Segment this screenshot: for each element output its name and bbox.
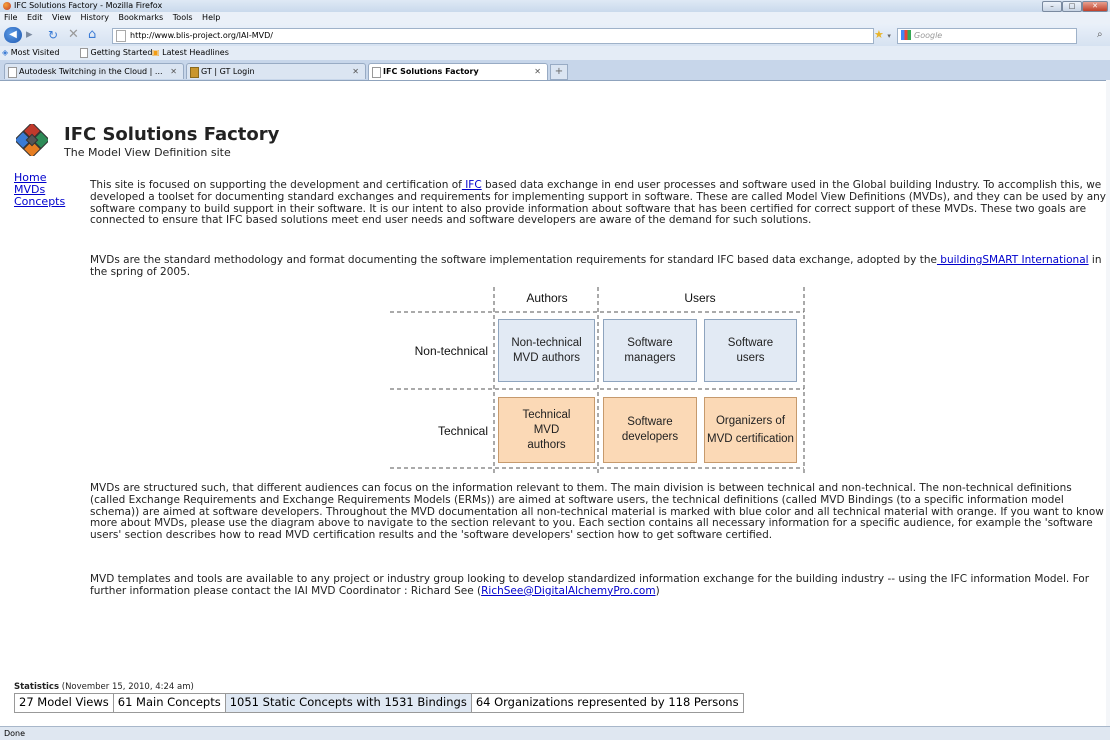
tab-bar: Autodesk Twitching in the Cloud | ... ✕ G… — [0, 60, 1110, 81]
bookmarks-toolbar: ◈ Most Visited Getting Started ▣ Latest … — [0, 46, 1110, 60]
url-bar[interactable]: http://www.blis-project.org/IAI-MVD/ — [112, 28, 874, 44]
buildingsmart-link[interactable]: buildingSMART International — [937, 254, 1088, 266]
forward-arrow-icon[interactable]: ▸ — [26, 28, 33, 42]
column-label-users: Users — [684, 291, 716, 305]
page-title: IFC Solutions Factory — [64, 124, 280, 145]
most-visited-icon: ◈ — [2, 48, 9, 57]
contact-paragraph: MVD templates and tools are available to… — [90, 573, 1090, 597]
ifc-link[interactable]: IFC — [462, 179, 481, 191]
row-label-technical: Technical — [437, 424, 488, 438]
contact-email-link[interactable]: RichSee@DigitalAlchemyPro.com — [481, 585, 655, 597]
search-magnifier-icon[interactable]: ⌕ — [1097, 29, 1103, 40]
minimize-button[interactable]: – — [1042, 1, 1062, 12]
stat-static-concepts[interactable]: 1051 Static Concepts with 1531 Bindings — [225, 694, 472, 712]
nav-link-concepts[interactable]: Concepts — [14, 196, 65, 208]
menu-file[interactable]: File — [4, 13, 17, 22]
diagram-box-non-technical-mvd-authors[interactable]: Non-technical MVD authors — [498, 319, 595, 382]
close-tab-icon[interactable]: ✕ — [170, 64, 177, 79]
menu-help[interactable]: Help — [202, 13, 220, 22]
intro-paragraph: This site is focused on supporting the d… — [90, 179, 1107, 227]
diagram-box-software-managers[interactable]: Software managers — [603, 319, 697, 382]
stop-icon[interactable]: ✕ — [68, 28, 79, 42]
firefox-icon — [3, 2, 11, 10]
rss-icon: ▣ — [152, 48, 160, 57]
column-label-authors: Authors — [526, 291, 568, 305]
statistics-label: Statistics — [14, 682, 60, 692]
mvd-standard-paragraph: MVDs are the standard methodology and fo… — [90, 254, 1102, 278]
menu-tools[interactable]: Tools — [173, 13, 193, 22]
menu-bookmarks[interactable]: Bookmarks — [119, 13, 164, 22]
back-arrow-icon[interactable]: ◀ — [4, 27, 22, 43]
reload-icon[interactable]: ↻ — [48, 28, 58, 42]
status-bar: Done — [0, 726, 1110, 740]
bookmark-getting-started[interactable]: Getting Started — [80, 46, 152, 60]
menu-edit[interactable]: Edit — [27, 13, 43, 22]
menu-view[interactable]: View — [52, 13, 71, 22]
navigation-toolbar: ◀ ▸ ↻ ✕ ⌂ http://www.blis-project.org/IA… — [0, 24, 1110, 46]
search-placeholder: Google — [914, 31, 943, 40]
tab-autodesk[interactable]: Autodesk Twitching in the Cloud | ... ✕ — [4, 63, 184, 79]
statistics-table: 27 Model Views 61 Main Concepts 1051 Sta… — [14, 693, 744, 713]
tab-gt-login[interactable]: GT | GT Login ✕ — [186, 63, 366, 79]
search-input[interactable]: Google — [897, 28, 1077, 44]
diagram-box-technical-mvd-authors[interactable]: Technical MVD authors — [498, 397, 595, 463]
window-title-bar: IFC Solutions Factory - Mozilla Firefox … — [0, 0, 1110, 12]
stat-main-concepts[interactable]: 61 Main Concepts — [114, 694, 226, 712]
window-title: IFC Solutions Factory - Mozilla Firefox — [14, 1, 163, 10]
scrollbar[interactable] — [1106, 80, 1110, 726]
url-text: http://www.blis-project.org/IAI-MVD/ — [130, 31, 273, 40]
audience-paragraph: MVDs are structured such, that different… — [90, 482, 1104, 542]
page-icon — [80, 47, 88, 58]
diagram-box-software-developers[interactable]: Software developers — [603, 397, 697, 463]
menu-history[interactable]: History — [81, 13, 109, 22]
page-icon — [372, 67, 381, 78]
bookmark-latest-headlines[interactable]: ▣ Latest Headlines — [152, 46, 229, 60]
maximize-button[interactable]: □ — [1062, 1, 1082, 12]
left-navigation: Home MVDs Concepts — [14, 172, 65, 208]
row-label-non-technical: Non-technical — [414, 344, 488, 358]
diagram-box-software-users[interactable]: Software users — [704, 319, 797, 382]
statistics-heading: Statistics (November 15, 2010, 4:24 am) — [14, 682, 194, 692]
statistics-date: (November 15, 2010, 4:24 am) — [61, 682, 194, 692]
menu-bar: File Edit View History Bookmarks Tools H… — [0, 12, 1110, 24]
page-subtitle: The Model View Definition site — [64, 146, 231, 159]
ifc-logo-icon — [16, 124, 48, 156]
close-window-button[interactable]: ✕ — [1082, 1, 1108, 12]
home-icon[interactable]: ⌂ — [88, 28, 96, 42]
page-icon — [116, 30, 126, 42]
bookmark-most-visited[interactable]: ◈ Most Visited — [2, 46, 59, 60]
close-tab-icon[interactable]: ✕ — [534, 64, 541, 80]
new-tab-button[interactable]: + — [550, 64, 568, 80]
bookmark-star-icon[interactable]: ★ ▾ — [874, 28, 891, 41]
close-tab-icon[interactable]: ✕ — [352, 64, 359, 79]
gt-icon — [190, 67, 199, 78]
stat-organizations[interactable]: 64 Organizations represented by 118 Pers… — [472, 694, 743, 712]
tab-ifc-solutions-factory[interactable]: IFC Solutions Factory ✕ — [368, 63, 548, 80]
stat-model-views[interactable]: 27 Model Views — [15, 694, 114, 712]
google-icon — [901, 30, 911, 40]
page-icon — [8, 67, 17, 78]
diagram-box-organizers-of-mvd-certification[interactable]: Organizers of MVD certification — [704, 397, 797, 463]
